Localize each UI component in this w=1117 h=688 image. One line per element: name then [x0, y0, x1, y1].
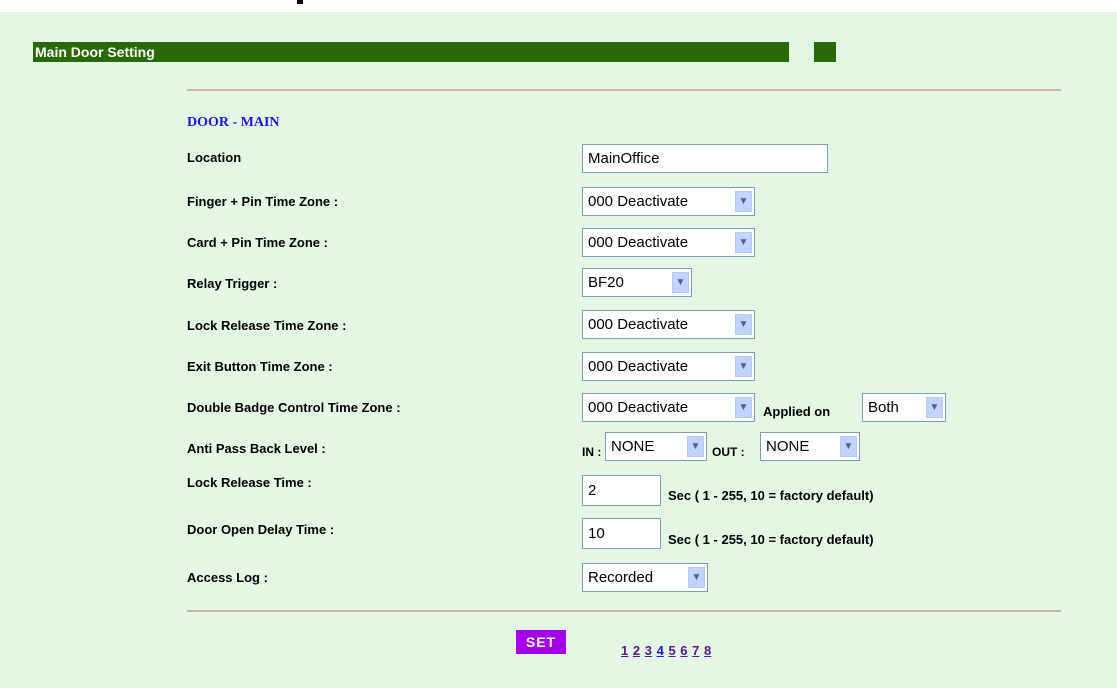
- page-link-2[interactable]: 2: [633, 643, 640, 658]
- lock-release-time-hint: Sec ( 1 - 255, 10 = factory default): [668, 488, 874, 503]
- divider-top: [187, 89, 1061, 91]
- exit-button-tz-label: Exit Button Time Zone :: [187, 359, 333, 374]
- apb-in-label: IN :: [582, 445, 602, 459]
- double-badge-tz-value: 000 Deactivate: [588, 399, 689, 416]
- apb-out-value: NONE: [766, 438, 810, 455]
- applied-on-value: Both: [868, 399, 899, 416]
- chevron-down-icon[interactable]: ▼: [687, 436, 704, 457]
- chevron-down-icon[interactable]: ▼: [672, 272, 689, 293]
- lock-release-tz-label: Lock Release Time Zone :: [187, 318, 347, 333]
- lock-release-time-input[interactable]: 2: [582, 475, 661, 506]
- top-mark: [297, 0, 303, 4]
- apb-in-select[interactable]: NONE ▼: [605, 432, 707, 461]
- applied-on-label: Applied on: [763, 404, 831, 419]
- door-open-delay-input[interactable]: 10: [582, 518, 661, 549]
- titlebar-square: [814, 42, 836, 62]
- apb-out-label: OUT :: [712, 445, 745, 459]
- pagination: 1 2 3 4 5 6 7 8: [621, 643, 712, 658]
- door-open-delay-hint: Sec ( 1 - 255, 10 = factory default): [668, 532, 874, 547]
- page-link-5[interactable]: 5: [668, 643, 675, 658]
- relay-trigger-select[interactable]: BF20 ▼: [582, 268, 692, 297]
- relay-trigger-value: BF20: [588, 274, 624, 291]
- chevron-down-icon[interactable]: ▼: [735, 191, 752, 212]
- page-link-7[interactable]: 7: [692, 643, 699, 658]
- access-log-value: Recorded: [588, 569, 654, 586]
- finger-pin-tz-value: 000 Deactivate: [588, 193, 689, 210]
- page-link-4[interactable]: 4: [657, 643, 664, 658]
- access-log-label: Access Log :: [187, 570, 268, 585]
- chevron-down-icon[interactable]: ▼: [735, 397, 752, 418]
- chevron-down-icon[interactable]: ▼: [735, 314, 752, 335]
- chevron-down-icon[interactable]: ▼: [688, 567, 705, 588]
- page-link-8[interactable]: 8: [704, 643, 711, 658]
- card-pin-tz-label: Card + Pin Time Zone :: [187, 235, 328, 250]
- apb-out-select[interactable]: NONE ▼: [760, 432, 860, 461]
- lock-release-tz-value: 000 Deactivate: [588, 316, 689, 333]
- card-pin-tz-value: 000 Deactivate: [588, 234, 689, 251]
- chevron-down-icon[interactable]: ▼: [926, 397, 943, 418]
- location-label: Location: [187, 150, 242, 165]
- access-log-select[interactable]: Recorded ▼: [582, 563, 708, 592]
- double-badge-tz-label: Double Badge Control Time Zone :: [187, 400, 401, 415]
- finger-pin-tz-label: Finger + Pin Time Zone :: [187, 194, 339, 209]
- exit-button-tz-select[interactable]: 000 Deactivate ▼: [582, 352, 755, 381]
- chevron-down-icon[interactable]: ▼: [735, 232, 752, 253]
- finger-pin-tz-select[interactable]: 000 Deactivate ▼: [582, 187, 755, 216]
- double-badge-tz-select[interactable]: 000 Deactivate ▼: [582, 393, 755, 422]
- applied-on-select[interactable]: Both ▼: [862, 393, 946, 422]
- chevron-down-icon[interactable]: ▼: [735, 356, 752, 377]
- door-open-delay-label: Door Open Delay Time :: [187, 522, 335, 537]
- apb-in-value: NONE: [611, 438, 655, 455]
- location-input[interactable]: MainOffice: [582, 144, 828, 173]
- set-button[interactable]: SET: [516, 630, 566, 654]
- card-pin-tz-select[interactable]: 000 Deactivate ▼: [582, 228, 755, 257]
- lock-release-tz-select[interactable]: 000 Deactivate ▼: [582, 310, 755, 339]
- page-link-6[interactable]: 6: [680, 643, 687, 658]
- page-link-1[interactable]: 1: [621, 643, 628, 658]
- section-title: DOOR - MAIN: [187, 115, 280, 130]
- lock-release-time-label: Lock Release Time :: [187, 475, 312, 490]
- relay-trigger-label: Relay Trigger :: [187, 276, 278, 291]
- page-link-3[interactable]: 3: [645, 643, 652, 658]
- exit-button-tz-value: 000 Deactivate: [588, 358, 689, 375]
- page-title: Main Door Setting: [33, 42, 789, 62]
- anti-pass-back-label: Anti Pass Back Level :: [187, 441, 326, 456]
- chevron-down-icon[interactable]: ▼: [840, 436, 857, 457]
- divider-bottom: [187, 610, 1061, 612]
- top-strip: [0, 0, 1117, 12]
